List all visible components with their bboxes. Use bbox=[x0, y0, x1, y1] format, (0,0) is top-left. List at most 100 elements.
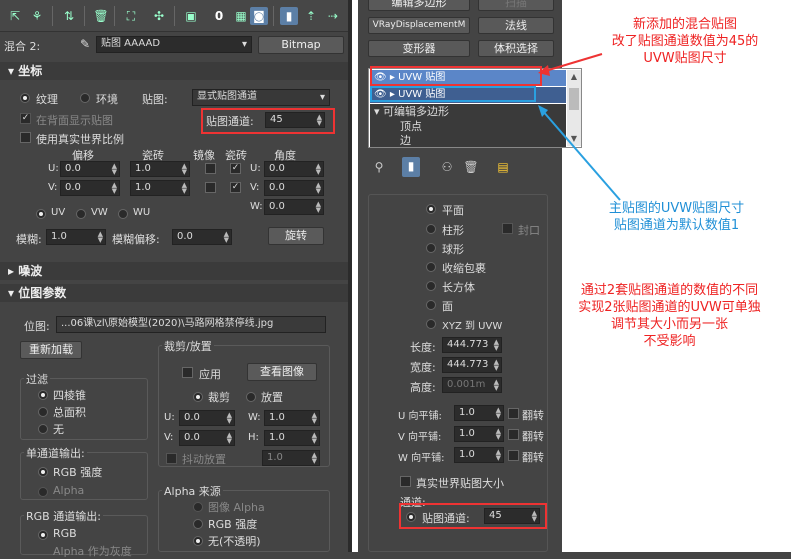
copy-material-icon[interactable]: ⛶ bbox=[122, 7, 140, 25]
texture-label: 纹理 bbox=[36, 93, 58, 106]
filter-sat-radio[interactable] bbox=[38, 407, 48, 417]
v-mirror-checkbox[interactable] bbox=[205, 182, 216, 193]
mirror-header: 镜像 bbox=[193, 149, 215, 162]
u-tile-checkbox[interactable]: ✓ bbox=[230, 163, 241, 174]
filter-none-radio[interactable] bbox=[38, 424, 48, 434]
show-back-label: 在背面显示贴图 bbox=[36, 114, 113, 127]
apply-checkbox[interactable] bbox=[182, 367, 193, 378]
save-icon[interactable]: ▣ bbox=[182, 7, 200, 25]
u-angle-spinner[interactable]: 0.0 ▲ ▼ bbox=[264, 161, 324, 177]
alpha-none-radio[interactable] bbox=[193, 536, 203, 546]
view-image-button[interactable]: 查看图像 bbox=[247, 363, 317, 381]
make-unique-icon[interactable]: ⇅ bbox=[60, 7, 78, 25]
crop-place-title: 裁剪/放置 bbox=[162, 338, 214, 354]
place-label: 放置 bbox=[261, 391, 283, 404]
crop-w-label: W: bbox=[248, 412, 261, 423]
mono-rgb-label: RGB 强度 bbox=[53, 466, 103, 479]
map-name-field[interactable]: 贴图 AAAAD ▾ bbox=[96, 36, 252, 53]
v-angle-spinner[interactable]: 0.0 ▲ ▼ bbox=[264, 180, 324, 196]
red-highlight-channel bbox=[201, 108, 335, 134]
v-angle-label: V: bbox=[250, 182, 260, 193]
mono-rgb-radio[interactable] bbox=[38, 467, 48, 477]
jitter-spinner[interactable]: 1.0 ▲ ▼ bbox=[262, 450, 320, 466]
eyedropper-icon[interactable]: ✎ bbox=[80, 37, 90, 51]
mono-alpha-radio[interactable] bbox=[38, 487, 48, 497]
u-mirror-checkbox[interactable] bbox=[205, 163, 216, 174]
rgb-output-radio[interactable] bbox=[38, 530, 48, 540]
wu-label: WU bbox=[133, 207, 151, 218]
bitmap-type-button[interactable]: Bitmap bbox=[258, 36, 344, 54]
crop-h-spinner[interactable]: 1.0 ▲ ▼ bbox=[264, 430, 320, 446]
go-parent-icon[interactable]: ⇡ bbox=[302, 7, 320, 25]
vw-label: VW bbox=[91, 207, 108, 218]
mono-output-title: 单通道输出: bbox=[24, 445, 87, 461]
material-toolbar: ⇱ ⚘ ⇅ 🗑 ⛶ ✣ ▣ 0 ▦ ◙ ▮ ⇡ ⇢ bbox=[0, 0, 348, 32]
show-shaded-icon[interactable]: ◙ bbox=[250, 7, 268, 25]
map-type-dropdown[interactable]: 显式贴图通道 ▾ bbox=[192, 89, 330, 106]
delete-icon[interactable]: 🗑 bbox=[92, 7, 110, 25]
crop-label: 裁剪 bbox=[208, 391, 230, 404]
alpha-as-gray-label: Alpha 作为灰度 bbox=[53, 545, 132, 558]
put-to-scene-icon[interactable]: ⇱ bbox=[6, 7, 24, 25]
rgb-output-label: RGB bbox=[53, 527, 77, 540]
reload-button[interactable]: 重新加载 bbox=[20, 341, 82, 359]
show-end-result-icon[interactable]: ▮ bbox=[280, 7, 298, 25]
blur-spinner[interactable]: 1.0 ▲ ▼ bbox=[46, 229, 106, 245]
v-tiling-spinner[interactable]: 1.0 ▲ ▼ bbox=[130, 180, 190, 196]
v-label: V: bbox=[48, 182, 58, 193]
alpha-rgb-radio[interactable] bbox=[193, 519, 203, 529]
bitmap-path-button[interactable]: ...06课\zl\原始模型(2020)\马路网格禁停线.jpg bbox=[56, 316, 326, 333]
show-map-icon[interactable]: ▦ bbox=[232, 7, 250, 25]
tile-header: 瓷砖 bbox=[225, 149, 247, 162]
alpha-none-label: 无(不透明) bbox=[208, 535, 261, 548]
real-world-label: 使用真实世界比例 bbox=[36, 133, 124, 146]
v-tile-checkbox[interactable]: ✓ bbox=[230, 182, 241, 193]
u-tiling-spinner[interactable]: 1.0 ▲ ▼ bbox=[130, 161, 190, 177]
jitter-checkbox[interactable] bbox=[166, 453, 177, 464]
wu-radio[interactable] bbox=[118, 209, 128, 219]
show-back-checkbox[interactable]: ✓ bbox=[20, 113, 31, 124]
filter-none-label: 无 bbox=[53, 423, 64, 436]
crop-radio[interactable] bbox=[193, 392, 203, 402]
u-offset-spinner[interactable]: 0.0 ▲ ▼ bbox=[60, 161, 120, 177]
mono-alpha-label: Alpha bbox=[53, 484, 85, 497]
bitmap-params-rollout-header[interactable]: ▾ 位图参数 bbox=[0, 284, 348, 302]
place-radio[interactable] bbox=[246, 392, 256, 402]
crop-v-label: V: bbox=[164, 432, 174, 443]
blur-offset-spinner[interactable]: 0.0 ▲ ▼ bbox=[172, 229, 232, 245]
go-sibling-icon[interactable]: ⇢ bbox=[324, 7, 342, 25]
alpha-image-label: 图像 Alpha bbox=[208, 501, 265, 514]
texture-radio[interactable] bbox=[20, 93, 30, 103]
vw-radio[interactable] bbox=[76, 209, 86, 219]
w-angle-spinner[interactable]: 0.0 ▲ ▼ bbox=[264, 199, 324, 215]
modify-panel-area: 编辑多边形 扫描 VRayDisplacementM 法线 变形器 体积选择 👁… bbox=[352, 0, 791, 552]
blur-offset-label: 模糊偏移: bbox=[112, 233, 160, 246]
noise-rollout-header[interactable]: ▸ 噪波 bbox=[0, 262, 348, 280]
v-offset-spinner[interactable]: 0.0 ▲ ▼ bbox=[60, 180, 120, 196]
filter-title: 过滤 bbox=[24, 371, 50, 387]
material-editor-panel: ⇱ ⚘ ⇅ 🗑 ⛶ ✣ ▣ 0 ▦ ◙ ▮ ⇡ ⇢ 混合 2: ✎ 贴图 AAA… bbox=[0, 0, 348, 558]
alpha-rgb-label: RGB 强度 bbox=[208, 518, 258, 531]
material-effects-icon[interactable]: ✣ bbox=[150, 7, 168, 25]
uv-radio[interactable] bbox=[36, 209, 46, 219]
filter-sat-label: 总面积 bbox=[53, 406, 86, 419]
bitmap-path-label: 位图: bbox=[24, 320, 50, 333]
crop-w-spinner[interactable]: 1.0 ▲ ▼ bbox=[264, 410, 320, 426]
rotate-button[interactable]: 旋转 bbox=[268, 227, 324, 245]
environ-radio[interactable] bbox=[80, 93, 90, 103]
apply-label: 应用 bbox=[199, 368, 221, 381]
assign-material-icon[interactable]: ⚘ bbox=[28, 7, 46, 25]
crop-u-label: U: bbox=[164, 412, 175, 423]
filter-pyramid-radio[interactable] bbox=[38, 390, 48, 400]
rgb-output-title: RGB 通道输出: bbox=[24, 508, 103, 524]
crop-h-label: H: bbox=[248, 432, 259, 443]
uv-label: UV bbox=[51, 207, 66, 218]
real-world-checkbox[interactable] bbox=[20, 132, 31, 143]
blur-label: 模糊: bbox=[16, 233, 42, 246]
jitter-label: 抖动放置 bbox=[182, 453, 226, 466]
crop-v-spinner[interactable]: 0.0 ▲ ▼ bbox=[179, 430, 235, 446]
coordinates-rollout-header[interactable]: ▾ 坐标 bbox=[0, 62, 348, 80]
channel-zero-icon[interactable]: 0 bbox=[210, 7, 228, 25]
alpha-image-radio[interactable] bbox=[193, 502, 203, 512]
crop-u-spinner[interactable]: 0.0 ▲ ▼ bbox=[179, 410, 235, 426]
